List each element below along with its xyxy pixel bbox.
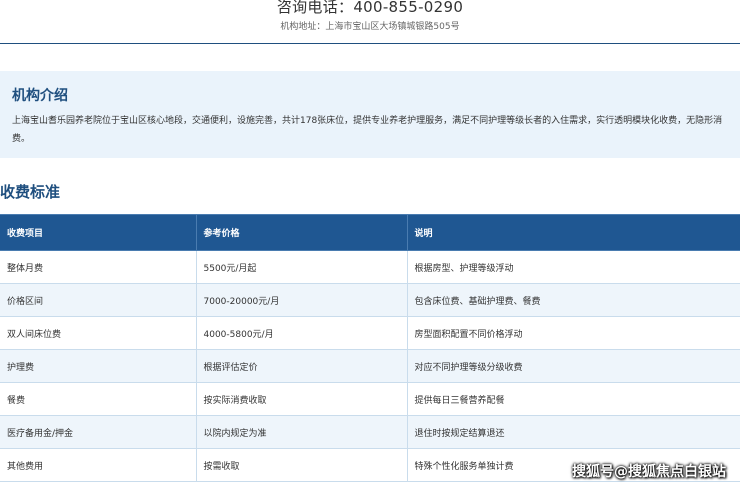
intro-title: 机构介绍 (12, 88, 68, 104)
institution-address: 机构地址：上海市宝山区大场镇城银路505号 (280, 22, 460, 32)
consult-phone: 咨询电话：400-855-0290 (276, 0, 464, 16)
fee-item: 双人间床位费 (0, 316, 197, 350)
fee-price: 根据评估定价 (195, 349, 408, 383)
table-row: 医疗备用金/押金 以院内规定为准 退住时按规定结算退还 (0, 415, 740, 449)
fee-price: 按实际消费收取 (195, 382, 408, 416)
fees-title: 收费标准 (0, 183, 61, 201)
fee-note: 对应不同护理等级分级收费 (406, 349, 740, 383)
fee-item: 价格区间 (0, 283, 197, 317)
fee-item: 餐费 (0, 382, 197, 416)
source-watermark: 搜狐号@搜狐焦点白银站 (572, 464, 726, 480)
contact-header: 咨询电话：400-855-0290 机构地址：上海市宝山区大场镇城银路505号 (0, 0, 740, 44)
fee-note: 根据房型、护理等级浮动 (406, 250, 740, 284)
fee-note: 包含床位费、基础护理费、餐费 (406, 283, 740, 317)
fee-price: 按需收取 (195, 448, 408, 482)
table-row: 双人间床位费 4000-5800元/月 房型面积配置不同价格浮动 (0, 316, 740, 350)
fee-item: 其他费用 (0, 448, 197, 482)
table-row: 餐费 按实际消费收取 提供每日三餐营养配餐 (0, 382, 740, 416)
fee-price: 7000-20000元/月 (195, 283, 408, 317)
fee-note: 提供每日三餐营养配餐 (406, 382, 740, 416)
fee-table: 收费项目 参考价格 说明 整体月费 5500元/月起 根据房型、护理等级浮动 价… (0, 214, 740, 482)
table-row: 整体月费 5500元/月起 根据房型、护理等级浮动 (0, 250, 740, 284)
fee-note: 退住时按规定结算退还 (406, 415, 740, 449)
column-header-price: 参考价格 (195, 214, 408, 251)
column-header-item: 收费项目 (0, 214, 197, 251)
fee-note: 房型面积配置不同价格浮动 (406, 316, 740, 350)
header-divider (0, 43, 740, 44)
table-row: 价格区间 7000-20000元/月 包含床位费、基础护理费、餐费 (0, 283, 740, 317)
intro-section: 机构介绍 上海宝山耆乐园养老院位于宝山区核心地段，交通便利，设施完善，共计178… (0, 71, 740, 158)
fee-item: 护理费 (0, 349, 197, 383)
fee-price: 4000-5800元/月 (195, 316, 408, 350)
fee-price: 5500元/月起 (195, 250, 408, 284)
intro-text: 上海宝山耆乐园养老院位于宝山区核心地段，交通便利，设施完善，共计178张床位，提… (12, 116, 723, 144)
column-header-note: 说明 (406, 214, 740, 251)
fee-price: 以院内规定为准 (195, 415, 408, 449)
table-header-row: 收费项目 参考价格 说明 (0, 214, 740, 251)
fee-item: 医疗备用金/押金 (0, 415, 197, 449)
fee-item: 整体月费 (0, 250, 197, 284)
table-row: 护理费 根据评估定价 对应不同护理等级分级收费 (0, 349, 740, 383)
